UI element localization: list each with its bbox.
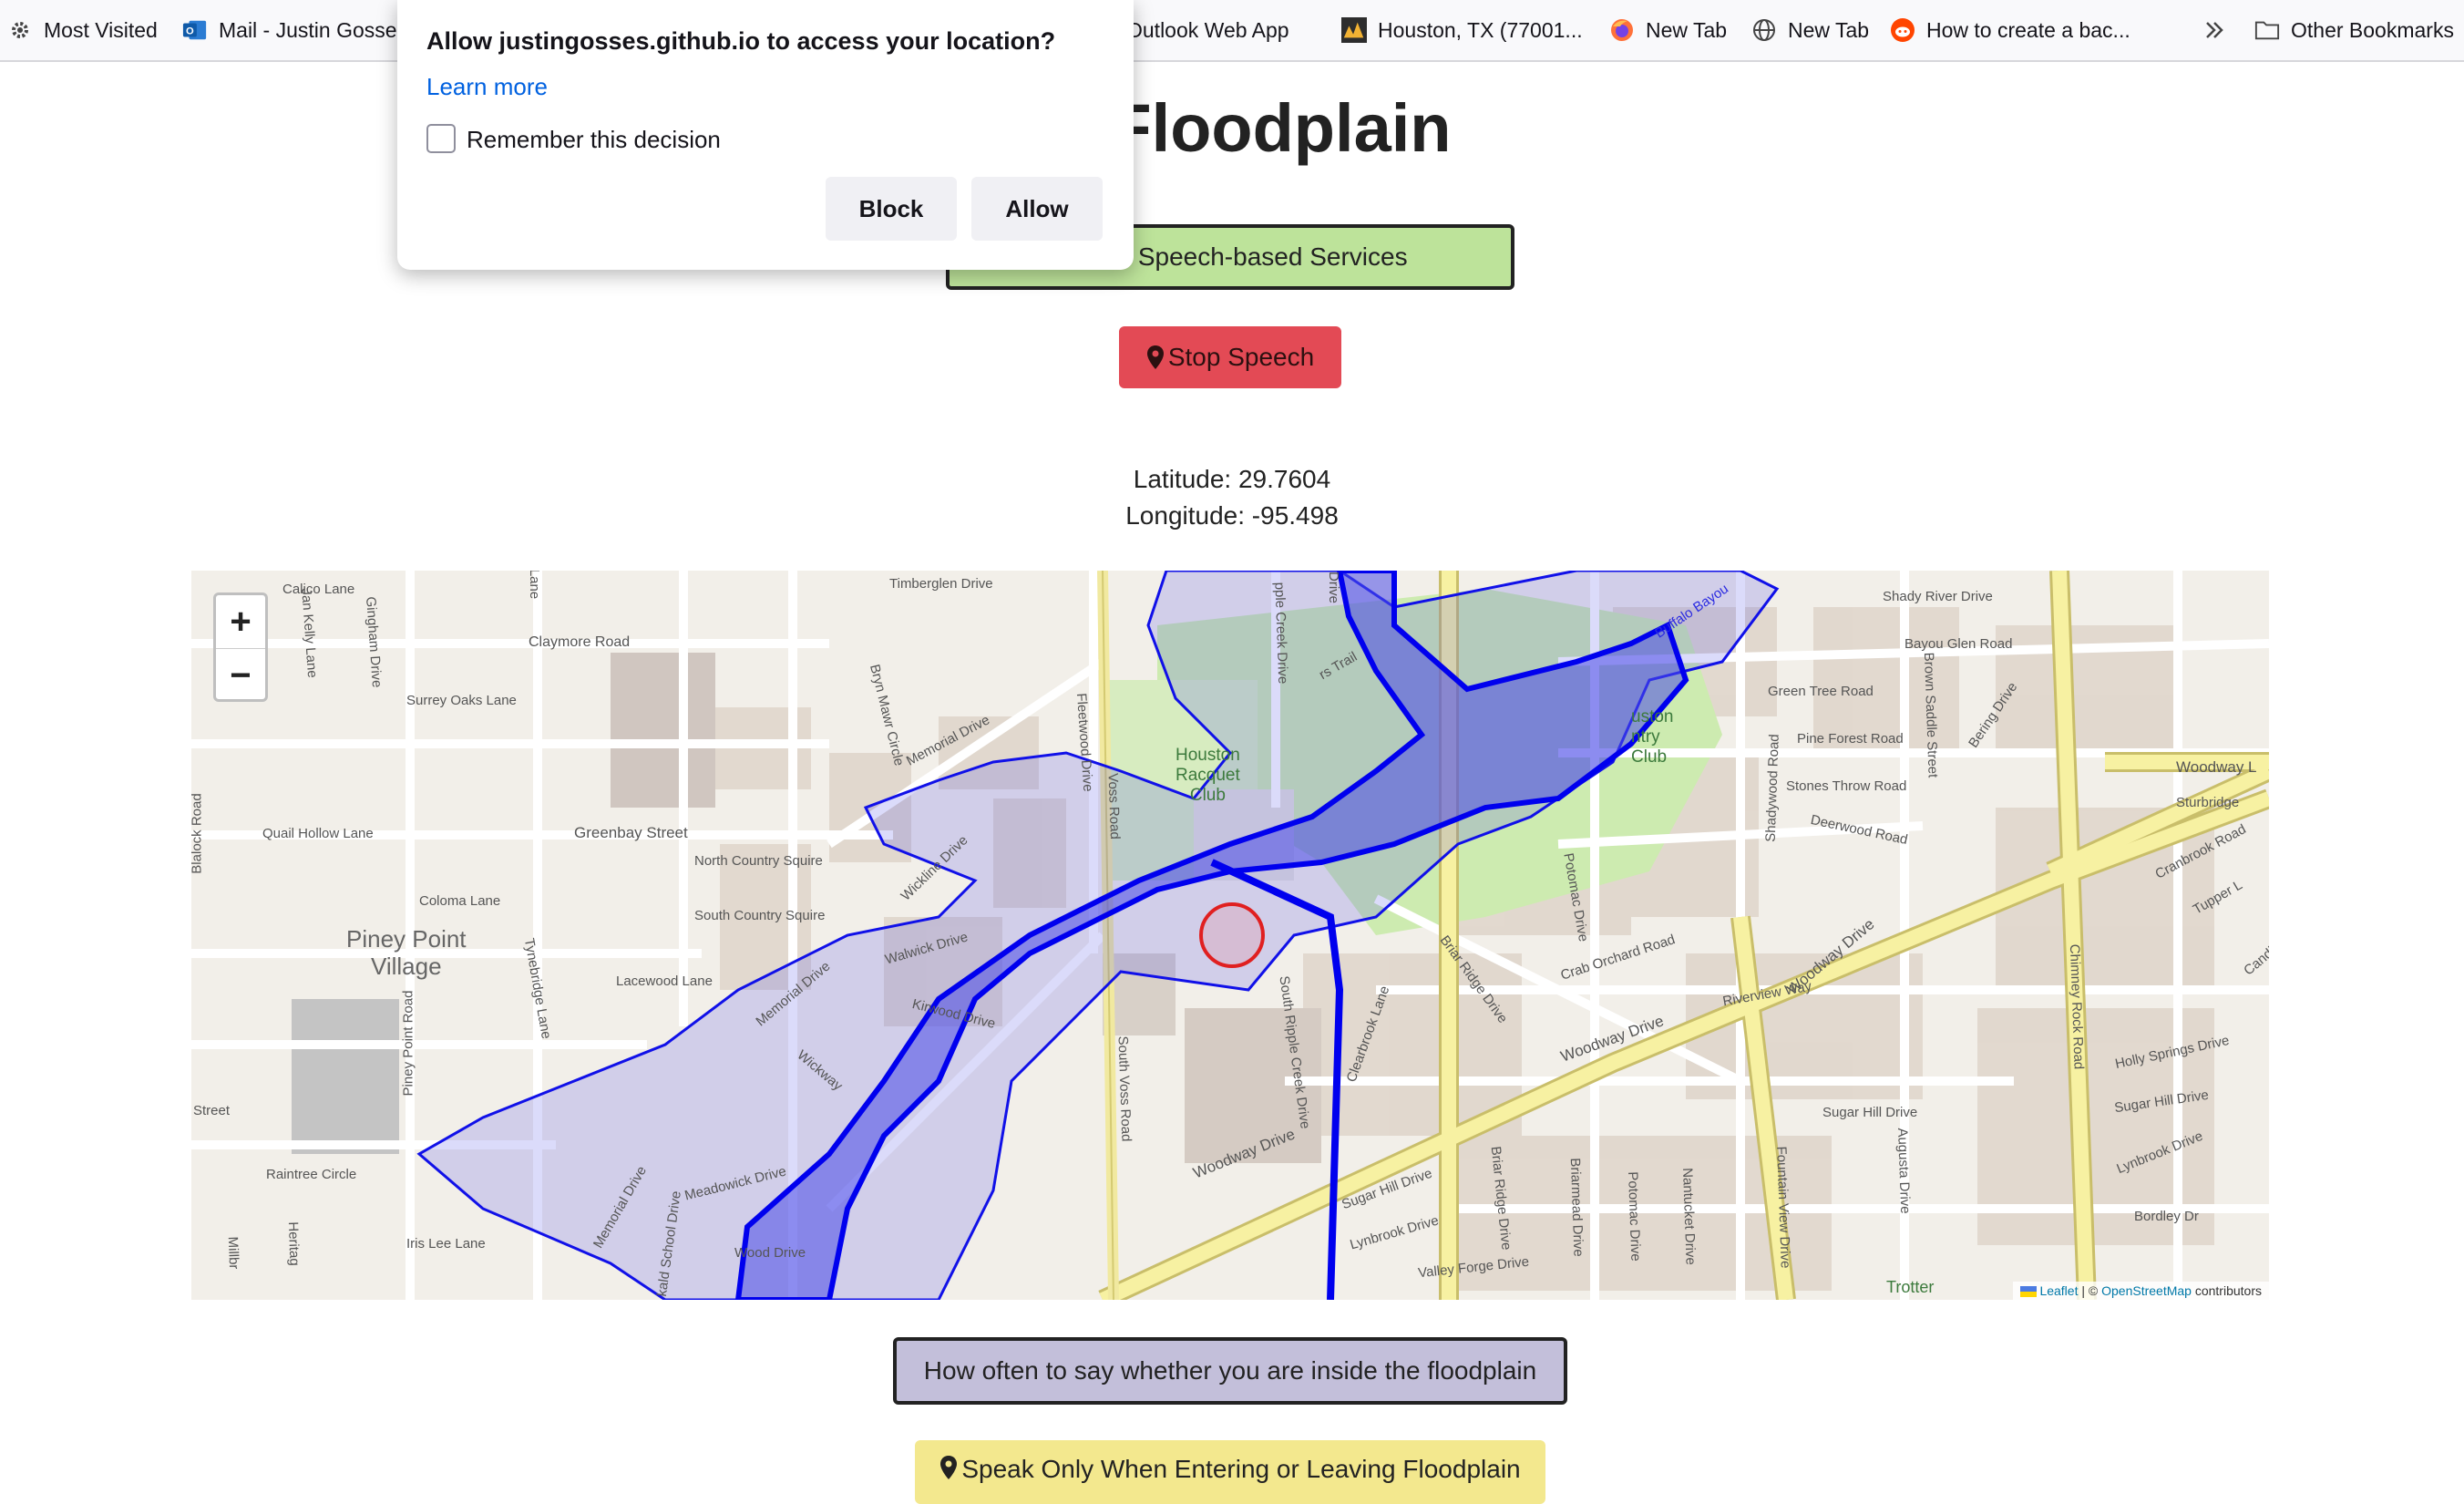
map-label: Piney Point Road [400, 990, 416, 1097]
permission-question: Allow justingosses.github.io to access y… [426, 27, 1056, 55]
map-label: Greenbay Street [574, 824, 688, 841]
bookmark-outlook[interactable]: Outlook Web App [1126, 0, 1289, 60]
map-label: Green Tree Road [1768, 684, 1874, 699]
map-label: Stones Throw Road [1786, 778, 1907, 794]
map-label: Calico Lane [282, 582, 355, 597]
map-label: North Country Squire [694, 853, 823, 869]
frequency-dropdown-button[interactable]: How often to say whether you are inside … [893, 1337, 1567, 1405]
speak-button-label: Speak Only When Entering or Leaving Floo… [961, 1455, 1521, 1483]
bookmark-label: Houston, TX (77001... [1378, 17, 1583, 42]
map-label: Bordley Dr [2134, 1209, 2199, 1224]
map-label: Blalock Road [191, 793, 205, 874]
map-label: Shady River Drive [1883, 589, 1993, 604]
bookmark-label: New Tab [1646, 17, 1728, 42]
stop-speech-button[interactable]: Stop Speech [1119, 326, 1341, 388]
firefox-icon [1609, 17, 1635, 43]
map-label: Quail Hollow Lane [262, 826, 374, 841]
longitude-readout: Longitude: -95.498 [1125, 501, 1339, 530]
map-label: Pine Forest Road [1797, 731, 1904, 747]
bookmark-most-visited[interactable]: Most Visited [7, 0, 158, 60]
bookmarks-toolbar: Most Visited O Mail - Justin Gosse Outlo… [0, 0, 2464, 62]
bookmark-label: New Tab [1788, 17, 1870, 42]
attribution-suffix: contributors [2191, 1283, 2262, 1298]
folder-icon [2254, 17, 2280, 43]
map-marker-icon [940, 1456, 958, 1479]
floodplain-map[interactable]: Calico Lane Claymore Road Surrey Oaks La… [191, 571, 2269, 1300]
bookmark-new-tab-2[interactable]: New Tab [1751, 0, 1869, 60]
reddit-icon [1890, 17, 1915, 43]
map-label: Voss Road [1104, 772, 1124, 840]
map-label: Heritag [284, 1221, 303, 1266]
bookmark-label: How to create a bac... [1926, 17, 2130, 42]
bookmark-new-tab-1[interactable]: New Tab [1609, 0, 1727, 60]
stop-button-label: Stop Speech [1167, 343, 1315, 371]
zoom-control: + − [213, 592, 268, 702]
ukraine-flag-icon [2019, 1286, 2037, 1298]
page-title: en Floodplain [1012, 90, 1452, 166]
block-button[interactable]: Block [826, 177, 957, 241]
latitude-readout: Latitude: 29.7604 [1133, 465, 1331, 493]
map-label: Lane [527, 571, 543, 600]
map-attribution: Leaflet | © OpenStreetMap contributors [2012, 1282, 2269, 1300]
bookmark-label: Most Visited [44, 17, 158, 42]
map-label: Woodway L [2176, 758, 2257, 776]
map-label: Coloma Lane [419, 893, 501, 909]
map-tiles [191, 571, 2269, 1300]
map-label: Iris Lee Lane [406, 1236, 486, 1252]
map-label: Piney Point Village [346, 925, 467, 980]
map-label: Augusta Drive [1894, 1128, 1914, 1214]
bookmark-label: Mail - Justin Gosse [219, 17, 397, 42]
map-label: Lacewood Lane [616, 973, 713, 989]
map-label: Millbr [224, 1236, 242, 1270]
gear-icon [7, 17, 33, 43]
map-label: Claymore Road [529, 634, 631, 650]
map-label: Wood Drive [734, 1245, 806, 1261]
map-label: Street [193, 1103, 231, 1118]
allow-button[interactable]: Allow [971, 177, 1103, 241]
frequency-button-label: How often to say whether you are inside … [923, 1356, 1537, 1385]
bookmark-mail[interactable]: O Mail - Justin Gosse [182, 0, 397, 60]
map-label: Potomac Drive [1624, 1171, 1644, 1262]
remember-decision-checkbox[interactable] [426, 124, 456, 153]
map-label: Drive [1326, 571, 1342, 604]
map-label: Sturbridge [2176, 795, 2240, 810]
map-label: Trotter [1886, 1278, 1935, 1296]
more-bookmarks-chevron-icon[interactable] [2202, 0, 2227, 60]
attribution-separator: | © [2078, 1283, 2102, 1298]
map-label: uston ntry Club [1631, 707, 1674, 767]
learn-more-link[interactable]: Learn more [426, 73, 548, 101]
svg-text:O: O [186, 26, 194, 37]
weather-icon [1341, 17, 1367, 43]
speak-entering-leaving-button[interactable]: Speak Only When Entering or Leaving Floo… [915, 1440, 1545, 1504]
map-label: Bayou Glen Road [1904, 636, 2013, 652]
openstreetmap-link[interactable]: OpenStreetMap [2101, 1283, 2192, 1298]
bookmark-label: Other Bookmarks [2291, 17, 2454, 42]
map-label: Sugar Hill Drive [1822, 1105, 1918, 1120]
bookmark-houston-weather[interactable]: Houston, TX (77001... [1341, 0, 1583, 60]
outlook-icon: O [182, 17, 208, 43]
map-label: Timberglen Drive [889, 576, 993, 592]
zoom-in-button[interactable]: + [216, 595, 265, 648]
bookmark-label: Outlook Web App [1126, 17, 1289, 42]
map-marker-icon [1146, 345, 1164, 369]
location-permission-popup: Allow justingosses.github.io to access y… [397, 0, 1134, 270]
leaflet-link[interactable]: Leaflet [2039, 1283, 2078, 1298]
remember-decision-label[interactable]: Remember this decision [467, 126, 721, 154]
globe-icon [1751, 17, 1777, 43]
zoom-out-button[interactable]: − [216, 648, 265, 702]
bookmark-reddit[interactable]: How to create a bac... [1890, 0, 2130, 60]
map-label: Surrey Oaks Lane [406, 693, 517, 708]
map-label: South Country Squire [694, 908, 826, 923]
map-label: Raintree Circle [266, 1167, 357, 1182]
other-bookmarks[interactable]: Other Bookmarks [2254, 0, 2454, 60]
map-label: Houston Racquet Club [1176, 746, 1240, 805]
